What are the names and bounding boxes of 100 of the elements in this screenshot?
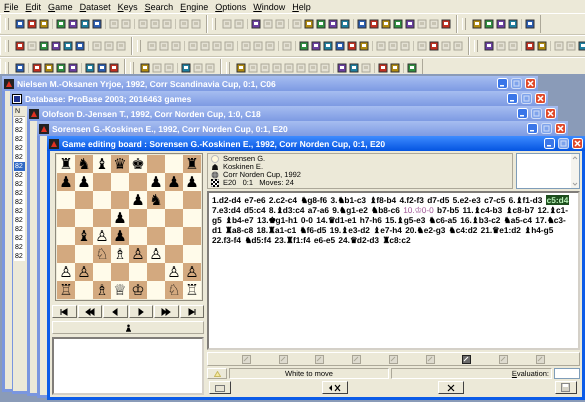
board-square[interactable] [129, 209, 147, 227]
board-square[interactable]: ♙ [183, 263, 201, 281]
board-square[interactable]: ♞ [75, 155, 93, 173]
tool-icon[interactable] [68, 63, 78, 73]
board-square[interactable] [75, 209, 93, 227]
minimize-button[interactable] [517, 108, 528, 119]
board-square[interactable]: ♟ [111, 209, 129, 227]
tool-icon[interactable] [236, 63, 246, 73]
maximize-button[interactable] [541, 123, 552, 134]
board-square[interactable] [93, 263, 111, 281]
tool-icon[interactable] [304, 19, 314, 29]
tool-icon[interactable] [63, 41, 73, 51]
tool-icon[interactable] [97, 63, 107, 73]
board-square[interactable] [165, 191, 183, 209]
tool-icon[interactable] [56, 19, 66, 29]
board-square[interactable]: ♟ [75, 173, 93, 191]
tool-icon[interactable] [85, 63, 95, 73]
board-square[interactable]: ♚ [129, 155, 147, 173]
tool-icon[interactable] [525, 41, 535, 51]
tool-icon[interactable] [140, 63, 150, 73]
menu-item[interactable]: Help [289, 0, 315, 12]
board-square[interactable] [129, 227, 147, 245]
board-square[interactable]: ♙ [93, 227, 111, 245]
board-square[interactable]: ♛ [111, 155, 129, 173]
board-square[interactable] [57, 227, 75, 245]
board-square[interactable] [165, 245, 183, 263]
tool-icon[interactable] [369, 19, 379, 29]
tool-icon[interactable] [68, 19, 78, 29]
close-button[interactable] [535, 93, 546, 104]
tool-icon[interactable] [381, 19, 391, 29]
board-square[interactable] [147, 227, 165, 245]
board-square[interactable]: ♟ [129, 191, 147, 209]
tool-icon[interactable] [27, 19, 37, 29]
tool-icon[interactable] [15, 19, 25, 29]
minimize-button[interactable] [497, 78, 508, 89]
board-square[interactable]: ♝ [93, 155, 111, 173]
maximize-button[interactable] [531, 108, 542, 119]
delete-back-button[interactable] [322, 381, 348, 394]
board-square[interactable] [165, 155, 183, 173]
tool-icon[interactable] [429, 41, 439, 51]
tool-icon[interactable] [80, 19, 90, 29]
board-square[interactable]: ♘ [93, 245, 111, 263]
navigation-button[interactable] [103, 305, 128, 318]
tool-icon[interactable] [340, 19, 350, 29]
open-button[interactable] [209, 381, 231, 394]
tool-icon[interactable] [311, 41, 321, 51]
board-square[interactable] [75, 281, 93, 299]
delete-button[interactable] [438, 381, 464, 394]
tool-icon[interactable] [347, 41, 357, 51]
tool-icon[interactable] [496, 19, 506, 29]
tool-icon[interactable] [299, 41, 309, 51]
maximize-button[interactable] [521, 93, 532, 104]
board-square[interactable] [93, 191, 111, 209]
tool-icon[interactable] [378, 63, 388, 73]
menu-item[interactable]: Window [250, 0, 290, 12]
board-square[interactable] [165, 209, 183, 227]
tool-icon[interactable] [328, 19, 338, 29]
board-square[interactable]: ♙ [57, 263, 75, 281]
board-square[interactable] [183, 209, 201, 227]
board-square[interactable]: ♟ [147, 173, 165, 191]
board-square[interactable] [147, 281, 165, 299]
tool-icon[interactable] [508, 19, 518, 29]
close-button[interactable] [545, 108, 556, 119]
comment-box[interactable] [52, 337, 204, 395]
board-square[interactable]: ♖ [57, 281, 75, 299]
board-square[interactable]: ♞ [147, 191, 165, 209]
menu-item[interactable]: Search [142, 0, 178, 12]
board-square[interactable] [183, 227, 201, 245]
board-square[interactable]: ♙ [75, 263, 93, 281]
menu-item[interactable]: File [1, 0, 23, 12]
scrollbar[interactable] [571, 154, 579, 188]
evaluation-field[interactable] [554, 368, 580, 379]
tool-icon[interactable] [359, 41, 369, 51]
tool-icon[interactable] [335, 41, 345, 51]
tool-icon[interactable] [537, 41, 547, 51]
tool-icon[interactable] [472, 19, 482, 29]
board-square[interactable] [57, 191, 75, 209]
close-button[interactable] [525, 78, 536, 89]
board-square[interactable] [75, 245, 93, 263]
tool-icon[interactable] [323, 41, 333, 51]
board-square[interactable]: ♕ [111, 281, 129, 299]
tool-icon[interactable] [32, 63, 42, 73]
tool-icon[interactable] [462, 354, 472, 364]
tool-icon[interactable] [525, 19, 535, 29]
board-square[interactable] [111, 173, 129, 191]
navigation-button[interactable] [154, 305, 178, 318]
board-square[interactable]: ♗ [93, 281, 111, 299]
board-square[interactable] [147, 209, 165, 227]
board-square[interactable]: ♘ [165, 281, 183, 299]
board-square[interactable] [57, 209, 75, 227]
board-square[interactable] [75, 191, 93, 209]
tool-icon[interactable] [407, 63, 417, 73]
board-square[interactable] [129, 263, 147, 281]
board-square[interactable]: ♙ [147, 245, 165, 263]
board-square[interactable] [183, 191, 201, 209]
tool-icon[interactable] [390, 63, 400, 73]
board-square[interactable]: ♜ [183, 155, 201, 173]
board-square[interactable]: ♜ [57, 155, 75, 173]
maximize-button[interactable] [511, 78, 522, 89]
board-square[interactable] [111, 191, 129, 209]
